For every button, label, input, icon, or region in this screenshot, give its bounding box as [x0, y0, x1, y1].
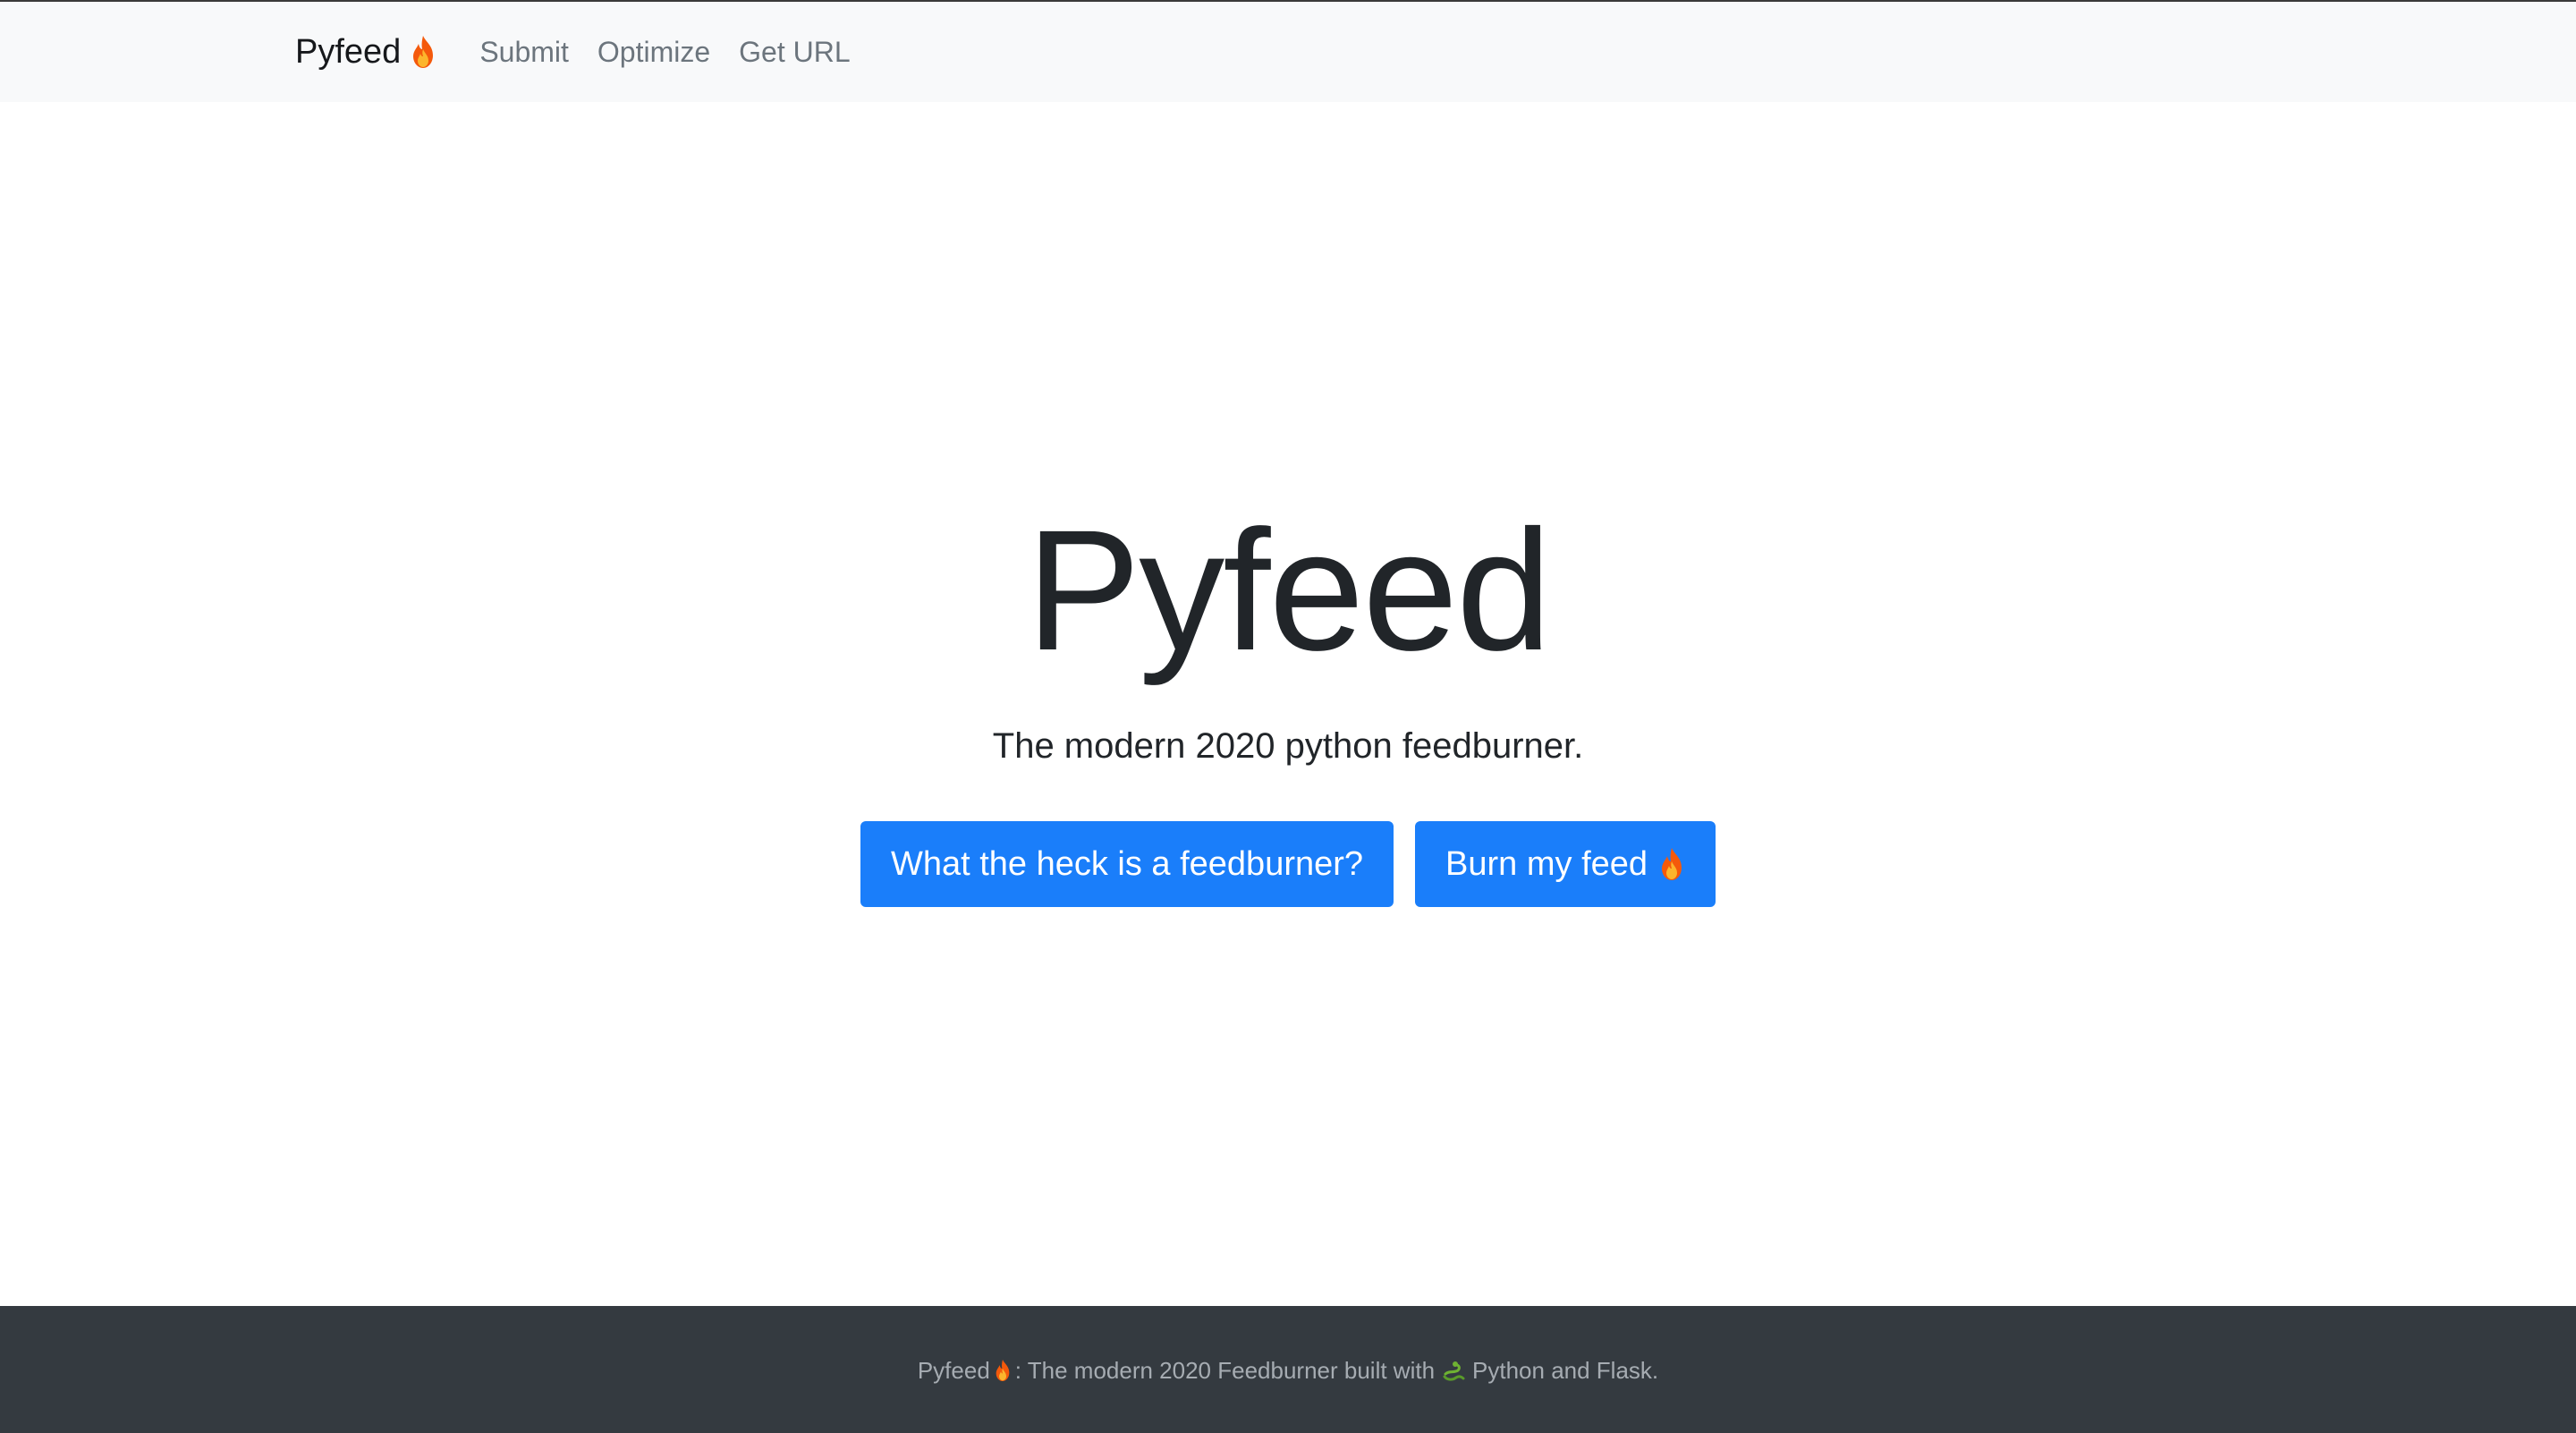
nav-link-submit[interactable]: Submit — [479, 36, 569, 69]
footer-text-end: Python and Flask. — [1472, 1356, 1659, 1384]
hero-section: Pyfeed The modern 2020 python feedburner… — [0, 102, 2576, 1306]
fire-icon — [994, 1359, 1012, 1382]
nav-link-get-url[interactable]: Get URL — [739, 36, 850, 69]
what-is-feedburner-button[interactable]: What the heck is a feedburner? — [860, 821, 1394, 907]
navbar: Pyfeed Submit Optimize Get URL — [0, 2, 2576, 102]
footer: Pyfeed : The modern 2020 Feedburner buil… — [0, 1306, 2576, 1433]
footer-text-middle: : The modern 2020 Feedburner built with — [1014, 1356, 1436, 1384]
nav-link-optimize[interactable]: Optimize — [597, 36, 710, 69]
burn-my-feed-label: Burn my feed — [1445, 844, 1648, 883]
hero-lead: The modern 2020 python feedburner. — [992, 726, 1584, 766]
burn-my-feed-button[interactable]: Burn my feed — [1415, 821, 1716, 907]
what-is-feedburner-label: What the heck is a feedburner? — [890, 844, 1364, 883]
fire-icon — [1658, 847, 1685, 881]
footer-brand: Pyfeed — [917, 1356, 990, 1384]
page: Pyfeed Submit Optimize Get URL Pyfeed Th… — [0, 0, 2576, 1433]
brand-label: Pyfeed — [295, 32, 402, 71]
snake-icon — [1442, 1359, 1465, 1382]
navbar-brand[interactable]: Pyfeed — [295, 33, 436, 72]
hero-buttons: What the heck is a feedburner? Burn my f… — [0, 821, 2576, 907]
hero-title: Pyfeed — [1026, 494, 1552, 686]
fire-icon — [410, 35, 436, 69]
